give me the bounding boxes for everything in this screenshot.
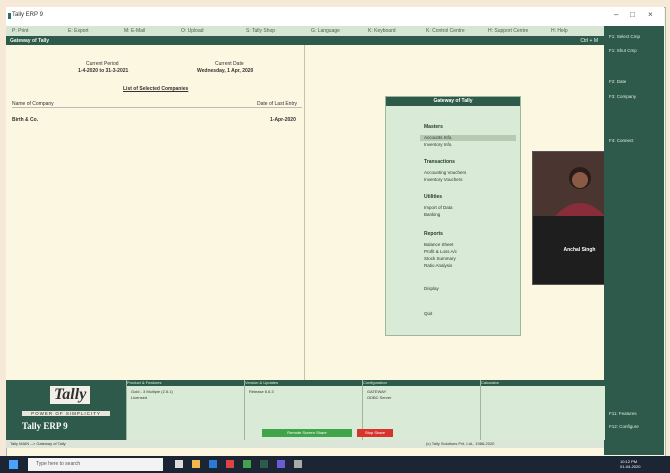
menu-tally-shop[interactable]: S: Tally Shop — [246, 28, 275, 34]
gateway-title: Gateway of Tally — [10, 38, 50, 44]
btn-date[interactable]: F2: Date — [609, 79, 626, 84]
menu-keyboard[interactable]: K: Keyboard — [368, 28, 396, 34]
menu-email[interactable]: M: E-Mail — [124, 28, 145, 34]
menu-control-centre[interactable]: K: Control Centre — [426, 28, 465, 34]
company-row-date: 1-Apr-2020 — [270, 117, 296, 123]
window-title: Tally ERP 9 — [12, 12, 43, 18]
windows-taskbar: Type here to search 10:12 PM 01-04-2020 — [0, 456, 670, 473]
status-copyright: (c) Tally Solutions Pvt. Ltd., 1988-2020 — [426, 441, 495, 446]
menu-item-ratio-analysis[interactable]: Ratio Analysis — [424, 263, 452, 268]
menu-item-balance-sheet[interactable]: Balance Sheet — [424, 242, 453, 247]
company-row-name[interactable]: Birth & Co. — [12, 117, 38, 123]
btn-features[interactable]: F11: Features — [609, 411, 637, 416]
screen-share-button[interactable]: Remote Screen Share — [262, 429, 352, 437]
menu-export[interactable]: E: Export — [68, 28, 89, 34]
current-date-label: Current Date — [215, 61, 244, 67]
menu-help[interactable]: H: Help — [551, 28, 568, 34]
logo-tagline: POWER OF SIMPLICITY — [22, 411, 110, 416]
gateway-menu-title: Gateway of Tally — [386, 97, 520, 106]
current-period-label: Current Period — [86, 61, 119, 67]
status-bar: Tally MAIN --> Gateway of Tally (c) Tall… — [6, 440, 604, 448]
menu-print[interactable]: P: Print — [12, 28, 28, 34]
current-period-value[interactable]: 1-4-2020 to 31-3-2021 — [78, 68, 128, 74]
panel-configuration-line2: ODBC Server — [367, 395, 392, 400]
stop-share-button[interactable]: Stop Share — [357, 429, 393, 437]
table-divider — [12, 107, 302, 108]
btn-configure[interactable]: F12: Configure — [609, 424, 639, 429]
panel-version-line1: Release 6.6.3 — [249, 389, 274, 394]
maximize-icon[interactable]: □ — [630, 10, 635, 19]
logo-brand: Tally — [50, 386, 91, 404]
panel-product: Product & Features Gold - 3 Multiple (2.… — [126, 380, 245, 440]
logo-version: Tally ERP 9 — [22, 421, 68, 431]
menu-support-centre[interactable]: H: Support Centre — [488, 28, 528, 34]
menu-item-quit[interactable]: Quit — [424, 311, 432, 316]
top-menubar: P: Print E: Export M: E-Mail O: Upload S… — [6, 26, 604, 36]
menu-section-transactions: Transactions — [424, 159, 455, 165]
panel-configuration-line1: GATEWAY — [367, 389, 387, 394]
title-bar: Tally ERP 9 – □ × — [6, 7, 664, 27]
gateway-menu: Gateway of Tally Masters Accounts Info. … — [385, 96, 521, 336]
panel-version-title: Version & Updates — [245, 380, 363, 386]
menu-item-display[interactable]: Display — [424, 286, 439, 291]
menu-item-stock-summary[interactable]: Stock Summary — [424, 256, 456, 261]
excel-icon[interactable] — [243, 460, 251, 468]
gateway-header: Gateway of Tally Ctrl + M — [6, 36, 604, 45]
menu-item-accounting-vouchers[interactable]: Accounting Vouchers — [424, 170, 466, 175]
tally-logo: Tally POWER OF SIMPLICITY Tally ERP 9 — [6, 380, 126, 440]
current-date-value[interactable]: Wednesday, 1 Apr, 2020 — [197, 68, 253, 74]
windows-start-icon[interactable] — [9, 460, 18, 469]
panel-product-line1: Gold - 3 Multiple (2.5.1) — [131, 389, 173, 394]
btn-shut-company[interactable]: F1: Shut Cmp — [609, 48, 637, 53]
status-path: Tally MAIN --> Gateway of Tally — [10, 441, 66, 446]
selected-companies-title: List of Selected Companies — [123, 86, 189, 92]
menu-item-inventory-vouchers[interactable]: Inventory Vouchers — [424, 177, 463, 182]
menu-section-reports: Reports — [424, 231, 443, 237]
btn-company[interactable]: F3: Company — [609, 94, 636, 99]
company-info-pane — [6, 45, 304, 380]
panel-calculator: Calculator — [480, 380, 605, 440]
menu-item-inventory-info[interactable]: Inventory Info. — [424, 142, 453, 147]
app-icon — [8, 13, 11, 19]
taskbar-search[interactable]: Type here to search — [28, 458, 163, 471]
close-icon[interactable]: × — [648, 10, 653, 19]
menu-upload[interactable]: O: Upload — [181, 28, 204, 34]
minimize-icon[interactable]: – — [614, 10, 618, 19]
tally-taskbar-icon[interactable] — [260, 460, 268, 468]
file-explorer-icon[interactable] — [192, 460, 200, 468]
menu-item-accounts-info[interactable]: Accounts Info. — [424, 135, 453, 140]
gateway-shortcut: Ctrl + M — [580, 38, 598, 44]
edge-icon[interactable] — [209, 460, 217, 468]
chrome-icon[interactable] — [226, 460, 234, 468]
clock-date: 01-04-2020 — [620, 464, 641, 469]
menu-item-profit-loss[interactable]: Profit & Loss A/c — [424, 249, 457, 254]
button-bar: F1: Select Cmp F1: Shut Cmp F2: Date F3:… — [604, 26, 664, 455]
search-placeholder: Type here to search — [36, 461, 81, 467]
taskbar-clock: 10:12 PM 01-04-2020 — [620, 459, 640, 469]
menu-item-import-data[interactable]: Import of Data — [424, 205, 453, 210]
task-view-icon[interactable] — [175, 460, 183, 468]
store-icon[interactable] — [294, 460, 302, 468]
menu-section-masters: Masters — [424, 124, 443, 130]
menu-section-utilities: Utilities — [424, 194, 443, 200]
menu-language[interactable]: G: Language — [311, 28, 340, 34]
panel-product-line2: Licensed — [131, 395, 148, 400]
btn-select-company[interactable]: F1: Select Cmp — [609, 34, 640, 39]
menu-item-banking[interactable]: Banking — [424, 212, 440, 217]
panel-product-title: Product & Features — [127, 380, 245, 386]
teams-icon[interactable] — [277, 460, 285, 468]
panel-configuration-title: Configuration — [363, 380, 481, 386]
panel-calculator-title: Calculator — [481, 380, 605, 386]
btn-connect[interactable]: F4: Connect — [609, 138, 634, 143]
